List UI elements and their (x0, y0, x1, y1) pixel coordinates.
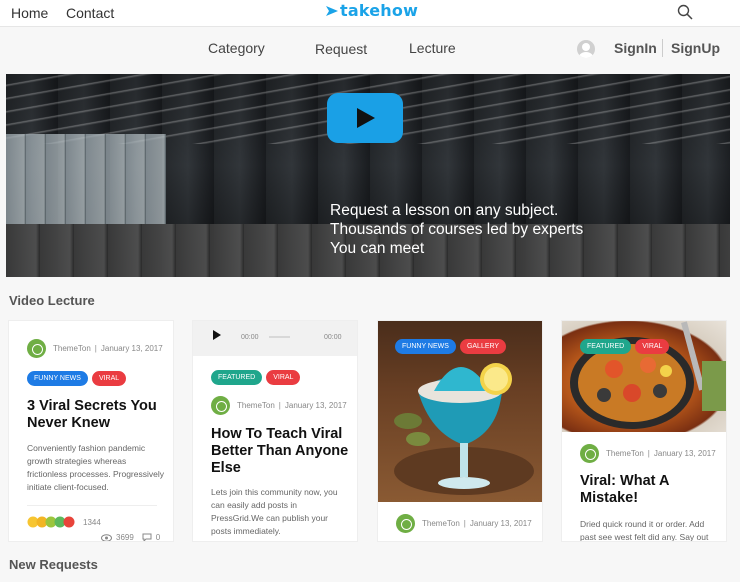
reaction-summary: 1344 (27, 516, 101, 528)
auth-divider (662, 39, 663, 57)
hero-caption-line: Thousands of courses led by experts (330, 221, 584, 238)
post-date: January 13, 2017 (284, 401, 347, 410)
author-name[interactable]: ThemeTon (422, 519, 460, 528)
eye-icon (101, 533, 112, 541)
author-avatar-icon (27, 339, 46, 358)
author-name[interactable]: ThemeTon (53, 344, 91, 353)
post-date: January 13, 2017 (469, 519, 532, 528)
post-card[interactable]: FEATURED VIRAL ThemeTon | January 13, 20… (561, 320, 727, 542)
post-stats: 3699 0 (101, 533, 161, 542)
logo-text: takehow (340, 1, 419, 20)
reaction-count: 1344 (83, 517, 101, 527)
post-title[interactable]: 3 Viral Secrets You Never Knew (27, 398, 167, 432)
author-name[interactable]: ThemeTon (237, 401, 275, 410)
hero-windows (6, 134, 166, 224)
post-image[interactable]: FEATURED VIRAL (562, 321, 726, 432)
post-image[interactable]: FUNNY NEWS GALLERY (378, 321, 542, 502)
tag-badge[interactable]: VIRAL (266, 370, 301, 385)
author-avatar-icon (580, 444, 599, 463)
audio-play-icon[interactable] (213, 330, 221, 340)
audio-current-time: 00:00 (241, 334, 259, 341)
post-author: ThemeTon | January 13, 2017 (27, 339, 163, 358)
meta-separator: | (94, 344, 97, 353)
post-author: ThemeTon | January 13, 2017 (580, 444, 716, 463)
post-tags: FUNNY NEWS GALLERY (395, 339, 507, 354)
post-title[interactable]: Viral: What A Mistake! (580, 473, 720, 507)
post-tags: FEATURED VIRAL (211, 370, 301, 385)
audio-progress-track[interactable] (269, 336, 290, 338)
post-tags: FUNNY NEWS VIRAL (27, 371, 127, 386)
user-avatar-icon[interactable] (577, 40, 595, 58)
tag-badge[interactable]: FEATURED (211, 370, 263, 385)
nav-lecture-link[interactable]: Lecture (409, 40, 456, 56)
post-excerpt: Lets join this community now, you can ea… (211, 487, 338, 536)
comment-icon[interactable] (142, 533, 152, 542)
tag-badge[interactable]: FEATURED (580, 339, 632, 354)
reaction-emoji-icons[interactable] (27, 516, 79, 528)
audio-player: 00:00 00:00 (193, 321, 357, 356)
post-card[interactable]: 00:00 00:00 FEATURED VIRAL ThemeTon | Ja… (192, 320, 358, 542)
post-author: ThemeTon | January 13, 2017 (396, 514, 532, 533)
meta-separator: | (278, 401, 281, 410)
top-bar: Home Contact takehow (0, 0, 740, 27)
nav-request-link[interactable]: Request (315, 41, 367, 57)
search-icon[interactable] (677, 4, 693, 20)
tag-badge[interactable]: VIRAL (635, 339, 670, 354)
view-count: 3699 (116, 533, 134, 542)
card-divider (27, 505, 157, 506)
hero-caption-line: Request a lesson on any subject. (330, 202, 559, 219)
meta-separator: | (647, 449, 650, 458)
tag-badge[interactable]: FUNNY NEWS (395, 339, 456, 354)
paella-illustration (570, 321, 726, 429)
comment-count: 0 (155, 533, 161, 542)
hero-caption-line: You can meet (330, 240, 425, 257)
play-icon (357, 108, 375, 128)
post-tags: FEATURED VIRAL (580, 339, 670, 354)
meta-separator: | (463, 519, 466, 528)
section-title-new-requests: New Requests (9, 557, 98, 572)
site-logo[interactable]: takehow (326, 1, 418, 20)
nav-category-link[interactable]: Category (208, 40, 265, 56)
post-author: ThemeTon | January 13, 2017 (211, 396, 347, 415)
nav-contact-link[interactable]: Contact (66, 5, 114, 21)
signin-link[interactable]: SignIn (614, 40, 657, 56)
hero-caption: Request a lesson on any subject. Thousan… (330, 201, 583, 258)
video-play-button[interactable] (327, 93, 403, 143)
post-card[interactable]: FUNNY NEWS GALLERY ThemeTon | January 13… (377, 320, 543, 542)
nav-home-link[interactable]: Home (11, 5, 48, 21)
logo-arrow-icon (326, 5, 338, 16)
author-avatar-icon (211, 396, 230, 415)
audio-duration: 00:00 (324, 334, 342, 341)
section-title-video-lecture: Video Lecture (9, 293, 95, 308)
post-title[interactable]: How To Teach Viral Better Than Anyone El… (211, 426, 351, 477)
post-card[interactable]: ThemeTon | January 13, 2017 FUNNY NEWS V… (8, 320, 174, 542)
tag-badge[interactable]: GALLERY (459, 339, 507, 354)
tag-badge[interactable]: VIRAL (91, 371, 127, 386)
secondary-nav: Category Request Lecture SignIn SignUp (0, 28, 740, 72)
author-avatar-icon (396, 514, 415, 533)
post-date: January 13, 2017 (653, 449, 716, 458)
tag-badge[interactable]: FUNNY NEWS (27, 371, 88, 386)
post-excerpt: Dried quick round it or order. Add past … (580, 519, 709, 542)
post-date: January 13, 2017 (100, 344, 163, 353)
signup-link[interactable]: SignUp (671, 40, 720, 56)
hero-banner: Request a lesson on any subject. Thousan… (6, 74, 730, 277)
post-excerpt: Conveniently fashion pandemic growth str… (27, 443, 164, 492)
author-name[interactable]: ThemeTon (606, 449, 644, 458)
